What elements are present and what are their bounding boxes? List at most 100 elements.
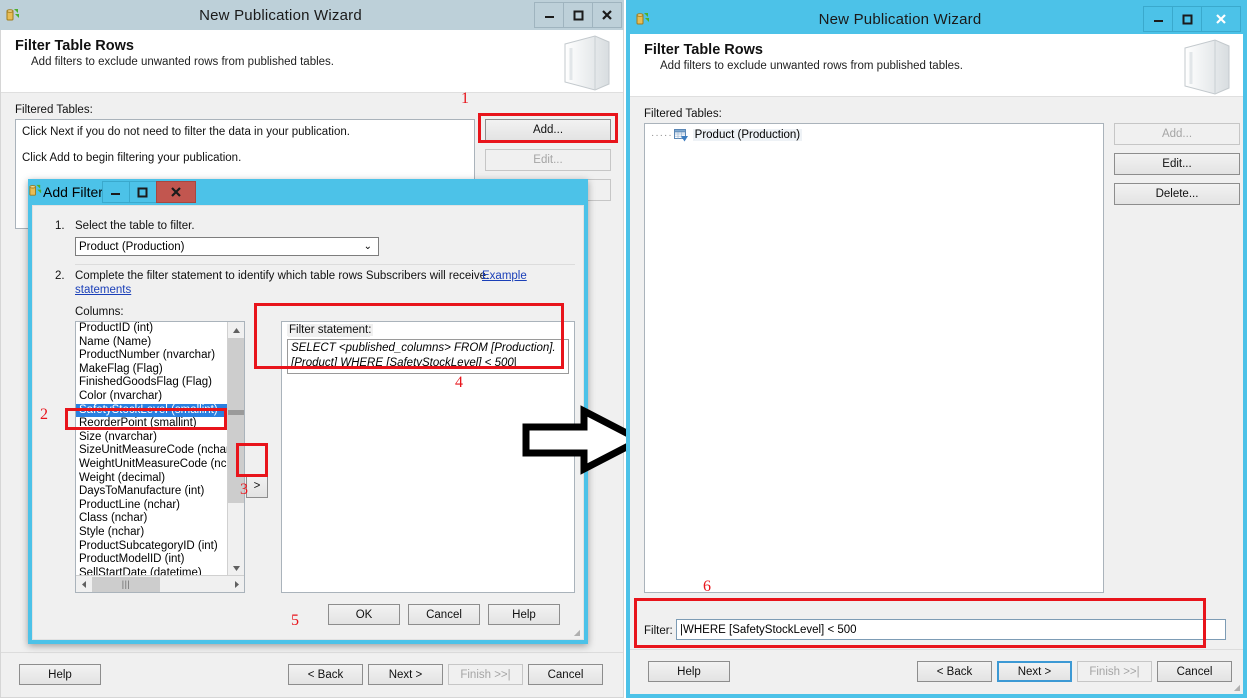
columns-vertical-scrollbar[interactable] bbox=[227, 322, 244, 576]
column-list-item[interactable]: ReorderPoint (smallint) bbox=[76, 417, 228, 431]
column-list-item-selected[interactable]: SafetyStockLevel (smallint) bbox=[76, 403, 228, 418]
right-finish-button: Finish >>| bbox=[1077, 661, 1152, 682]
column-list-item[interactable]: SellStartDate (datetime) bbox=[76, 567, 228, 575]
left-window-titlebar-buttons bbox=[534, 2, 622, 28]
right-window-titlebar-buttons bbox=[1143, 6, 1241, 32]
resize-grip-icon[interactable]: ◢ bbox=[1234, 683, 1240, 692]
column-list-item[interactable]: Weight (decimal) bbox=[76, 472, 228, 486]
column-list-item[interactable]: ProductSubcategoryID (int) bbox=[76, 540, 228, 554]
maximize-button[interactable] bbox=[1172, 6, 1202, 32]
wizard-book-icon bbox=[1179, 38, 1233, 96]
minimize-button[interactable] bbox=[534, 2, 564, 28]
right-window-body: Filter Table Rows Add filters to exclude… bbox=[630, 34, 1243, 694]
help-button[interactable]: Help bbox=[488, 604, 560, 625]
left-edit-button: Edit... bbox=[485, 149, 611, 171]
add-filter-titlebar: Add Filter bbox=[28, 179, 588, 205]
column-list-item[interactable]: ProductLine (nchar) bbox=[76, 499, 228, 513]
add-filter-title: Add Filter bbox=[43, 184, 103, 200]
column-list-item[interactable]: FinishedGoodsFlag (Flag) bbox=[76, 376, 228, 390]
hscrollbar-thumb[interactable]: ||| bbox=[92, 576, 160, 592]
right-back-button[interactable]: < Back bbox=[917, 661, 992, 682]
right-filtered-tables-label: Filtered Tables: bbox=[644, 108, 722, 120]
column-list-item[interactable]: ProductID (int) bbox=[76, 322, 228, 336]
columns-label: Columns: bbox=[75, 306, 124, 318]
empty-hint-line-1: Click Next if you do not need to filter … bbox=[22, 126, 350, 138]
cancel-button[interactable]: Cancel bbox=[408, 604, 480, 625]
columns-horizontal-scrollbar[interactable]: ||| bbox=[76, 575, 244, 592]
minimize-button[interactable] bbox=[1143, 6, 1173, 32]
column-list-item[interactable]: MakeFlag (Flag) bbox=[76, 363, 228, 377]
column-list-item[interactable]: DaysToManufacture (int) bbox=[76, 485, 228, 499]
right-window-title: New Publication Wizard bbox=[818, 10, 982, 28]
filter-statement-line-2-text: [Product] WHERE [SafetyStockLevel] < 500 bbox=[291, 357, 514, 369]
add-column-button[interactable]: > bbox=[246, 474, 268, 498]
close-button[interactable] bbox=[592, 2, 622, 28]
right-filter-label: Filter: bbox=[644, 625, 673, 637]
right-filter-value: WHERE [SafetyStockLevel] < 500 bbox=[683, 623, 857, 636]
right-help-button[interactable]: Help bbox=[648, 661, 730, 682]
column-list-item[interactable]: Size (nvarchar) bbox=[76, 431, 228, 445]
filter-statement-line-2: [Product] WHERE [SafetyStockLevel] < 500… bbox=[291, 356, 565, 371]
right-filtered-tables-listbox[interactable]: ····· Product (Production) bbox=[644, 123, 1104, 593]
right-edit-button[interactable]: Edit... bbox=[1114, 153, 1240, 175]
left-help-button[interactable]: Help bbox=[19, 664, 101, 685]
column-list-item[interactable]: Color (nvarchar) bbox=[76, 390, 228, 404]
chevron-down-icon: ⌄ bbox=[363, 241, 372, 252]
left-page-subtitle: Add filters to exclude unwanted rows fro… bbox=[31, 56, 334, 68]
publication-icon bbox=[630, 4, 656, 34]
column-list-item[interactable]: Name (Name) bbox=[76, 336, 228, 350]
step1-number: 1. bbox=[55, 220, 65, 232]
left-filtered-tables-label: Filtered Tables: bbox=[15, 104, 93, 116]
columns-listbox[interactable]: ProductID (int) Name (Name) ProductNumber … bbox=[75, 321, 245, 593]
left-finish-button: Finish >>| bbox=[448, 664, 523, 685]
column-list-item[interactable]: WeightUnitMeasureCode (nch bbox=[76, 458, 228, 472]
screenshot-root: New Publication Wizard Filter Table Rows… bbox=[0, 0, 1247, 698]
column-list-item[interactable]: ProductModelID (int) bbox=[76, 553, 228, 567]
left-add-button[interactable]: Add... bbox=[485, 119, 611, 141]
add-filter-dialog: Add Filter 1. Select the table to filter… bbox=[28, 179, 588, 644]
hscrollbar-grip: ||| bbox=[121, 579, 131, 589]
right-add-button: Add... bbox=[1114, 123, 1240, 145]
left-back-button[interactable]: < Back bbox=[288, 664, 363, 685]
right-cancel-button[interactable]: Cancel bbox=[1157, 661, 1232, 682]
ok-button[interactable]: OK bbox=[328, 604, 400, 625]
resize-grip-icon[interactable]: ◢ bbox=[574, 628, 580, 637]
left-next-button[interactable]: Next > bbox=[368, 664, 443, 685]
example-statements-link-line1[interactable]: Example bbox=[482, 270, 527, 282]
annotation-number-1: 1 bbox=[461, 90, 469, 107]
column-list-item[interactable]: SizeUnitMeasureCode (nchar) bbox=[76, 444, 228, 458]
close-button[interactable] bbox=[1201, 6, 1241, 32]
table-select-dropdown[interactable]: Product (Production) ⌄ bbox=[75, 237, 379, 256]
scroll-down-icon[interactable] bbox=[228, 560, 244, 576]
right-publication-wizard-window: New Publication Wizard Filter Table Rows bbox=[626, 0, 1247, 698]
right-page-subtitle: Add filters to exclude unwanted rows fro… bbox=[660, 60, 963, 72]
divider bbox=[75, 264, 575, 265]
scroll-left-icon[interactable] bbox=[76, 576, 92, 592]
minimize-button[interactable] bbox=[101, 181, 130, 203]
table-tree-item-label: Product (Production) bbox=[692, 129, 803, 141]
columns-list-items[interactable]: ProductID (int) Name (Name) ProductNumber … bbox=[76, 322, 228, 575]
right-window-titlebar: New Publication Wizard bbox=[630, 4, 1243, 34]
close-button[interactable] bbox=[155, 181, 196, 203]
column-list-item[interactable]: ProductNumber (nvarchar) bbox=[76, 349, 228, 363]
scrollbar-thumb[interactable] bbox=[228, 338, 244, 410]
right-wizard-header: Filter Table Rows Add filters to exclude… bbox=[630, 34, 1243, 97]
right-filter-input[interactable]: | WHERE [SafetyStockLevel] < 500 bbox=[676, 619, 1226, 640]
annotation-number-5: 5 bbox=[291, 612, 299, 629]
right-next-button[interactable]: Next > bbox=[997, 661, 1072, 682]
left-wizard-header: Filter Table Rows Add filters to exclude… bbox=[1, 30, 623, 93]
filter-statement-input[interactable]: SELECT <published_columns> FROM [Product… bbox=[287, 339, 569, 374]
example-statements-link-line2[interactable]: statements bbox=[75, 284, 131, 296]
scroll-up-icon[interactable] bbox=[228, 322, 244, 338]
maximize-button[interactable] bbox=[128, 181, 157, 203]
right-page-title: Filter Table Rows bbox=[644, 42, 763, 58]
left-cancel-button[interactable]: Cancel bbox=[528, 664, 603, 685]
column-list-item[interactable]: Style (nchar) bbox=[76, 526, 228, 540]
table-tree-item[interactable]: ····· Product (Production) bbox=[645, 124, 1103, 142]
maximize-button[interactable] bbox=[563, 2, 593, 28]
annotation-number-2: 2 bbox=[40, 406, 48, 423]
column-list-item[interactable]: Class (nchar) bbox=[76, 512, 228, 526]
right-delete-button[interactable]: Delete... bbox=[1114, 183, 1240, 205]
publication-icon bbox=[0, 0, 26, 30]
scroll-right-icon[interactable] bbox=[228, 576, 244, 592]
